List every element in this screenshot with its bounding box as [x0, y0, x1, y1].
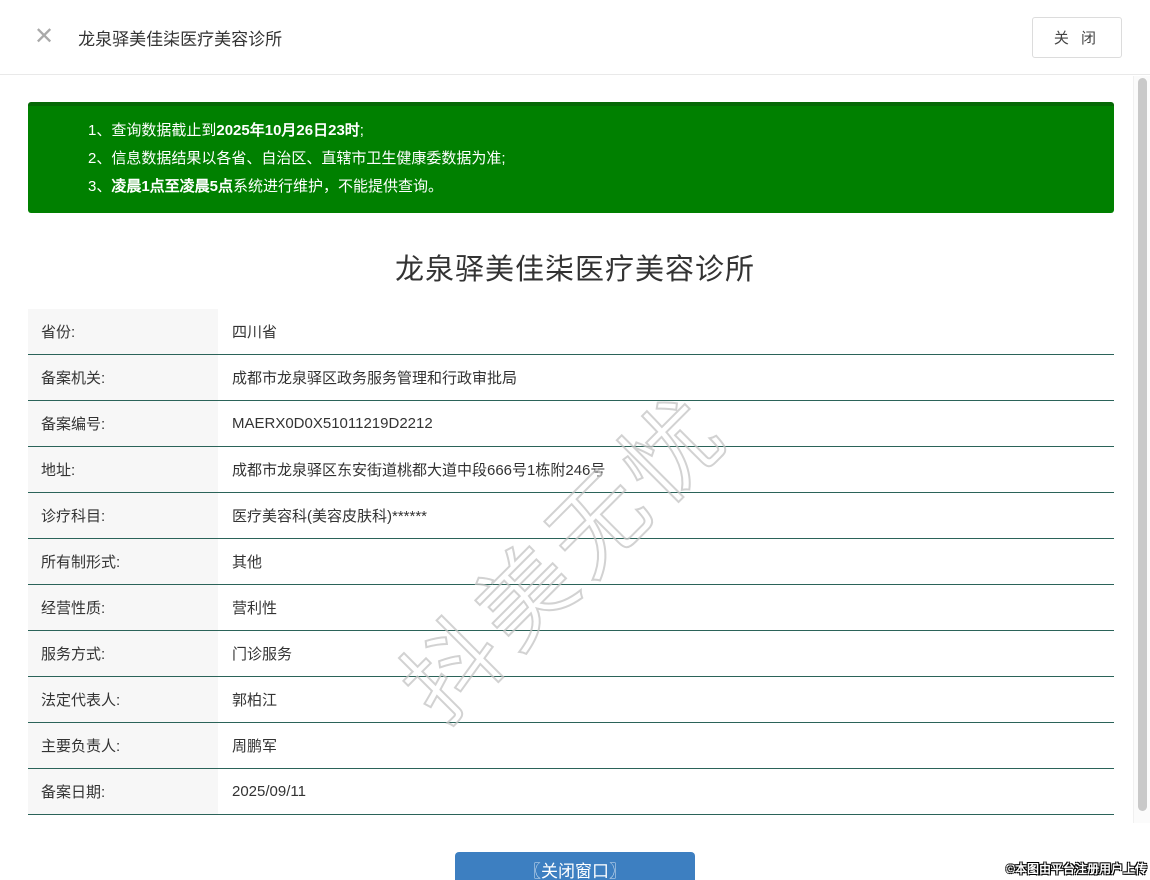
field-label: 经营性质: — [28, 585, 218, 630]
field-label: 主要负责人: — [28, 723, 218, 768]
field-label: 备案日期: — [28, 769, 218, 814]
notice-text: ; — [360, 122, 364, 139]
field-label: 备案编号: — [28, 401, 218, 446]
notice-number: 3、 — [88, 178, 111, 195]
table-row: 主要负责人:周鹏军 — [28, 723, 1114, 769]
notice-text: 系统进行维护，不能提供查询。 — [233, 178, 443, 195]
scrollbar-thumb[interactable] — [1138, 78, 1147, 811]
window-header: ✕ 龙泉驿美佳柒医疗美容诊所 关 闭 — [0, 0, 1150, 75]
table-row: 备案编号:MAERX0D0X51011219D2212 — [28, 401, 1114, 447]
notice-text: 信息数据结果以各省、自治区、直辖市卫生健康委数据为准; — [111, 150, 505, 167]
field-value: 营利性 — [218, 585, 1114, 630]
notice-number: 2、 — [88, 150, 111, 167]
close-window-button[interactable]: 〖关闭窗口〗 — [455, 852, 695, 880]
field-value: 周鹏军 — [218, 723, 1114, 768]
field-label: 地址: — [28, 447, 218, 492]
notice-text: 查询数据截止到 — [111, 122, 216, 139]
field-value: 2025/09/11 — [218, 769, 1114, 814]
notice-line-1: 1、查询数据截止到2025年10月26日23时; — [88, 117, 1094, 145]
field-value: 四川省 — [218, 309, 1114, 354]
field-label: 备案机关: — [28, 355, 218, 400]
page-title: 龙泉驿美佳柒医疗美容诊所 — [0, 246, 1150, 288]
record-table: 省份:四川省 备案机关:成都市龙泉驿区政务服务管理和行政审批局 备案编号:MAE… — [28, 309, 1114, 815]
close-button[interactable]: 关 闭 — [1032, 17, 1122, 58]
table-row: 法定代表人:郭柏江 — [28, 677, 1114, 723]
content-area: 1、查询数据截止到2025年10月26日23时; 2、信息数据结果以各省、自治区… — [0, 102, 1150, 880]
scrollbar[interactable] — [1133, 76, 1150, 823]
notice-number: 1、 — [88, 122, 111, 139]
field-label: 省份: — [28, 309, 218, 354]
notice-line-2: 2、信息数据结果以各省、自治区、直辖市卫生健康委数据为准; — [88, 145, 1094, 173]
table-row: 省份:四川省 — [28, 309, 1114, 355]
table-row: 经营性质:营利性 — [28, 585, 1114, 631]
copyright-watermark: ©本图由平台注册用户上传 — [1006, 860, 1147, 877]
field-label: 服务方式: — [28, 631, 218, 676]
notice-box: 1、查询数据截止到2025年10月26日23时; 2、信息数据结果以各省、自治区… — [28, 102, 1114, 213]
window-title: 龙泉驿美佳柒医疗美容诊所 — [78, 25, 282, 50]
table-row: 所有制形式:其他 — [28, 539, 1114, 585]
table-row: 备案日期:2025/09/11 — [28, 769, 1114, 815]
field-value: 成都市龙泉驿区东安街道桃都大道中段666号1栋附246号 — [218, 447, 1114, 492]
table-row: 诊疗科目:医疗美容科(美容皮肤科)****** — [28, 493, 1114, 539]
field-value: 门诊服务 — [218, 631, 1114, 676]
field-value: MAERX0D0X51011219D2212 — [218, 401, 1114, 446]
notice-bold-text: 凌晨1点至凌晨5点 — [111, 178, 233, 195]
field-label: 法定代表人: — [28, 677, 218, 722]
notice-line-3: 3、凌晨1点至凌晨5点系统进行维护，不能提供查询。 — [88, 173, 1094, 201]
field-value: 郭柏江 — [218, 677, 1114, 722]
close-icon[interactable]: ✕ — [34, 25, 54, 49]
table-row: 备案机关:成都市龙泉驿区政务服务管理和行政审批局 — [28, 355, 1114, 401]
notice-bold-text: 2025年10月26日23时 — [216, 122, 359, 139]
field-label: 诊疗科目: — [28, 493, 218, 538]
field-value: 其他 — [218, 539, 1114, 584]
table-row: 服务方式:门诊服务 — [28, 631, 1114, 677]
field-value: 成都市龙泉驿区政务服务管理和行政审批局 — [218, 355, 1114, 400]
field-label: 所有制形式: — [28, 539, 218, 584]
field-value: 医疗美容科(美容皮肤科)****** — [218, 493, 1114, 538]
table-row: 地址:成都市龙泉驿区东安街道桃都大道中段666号1栋附246号 — [28, 447, 1114, 493]
